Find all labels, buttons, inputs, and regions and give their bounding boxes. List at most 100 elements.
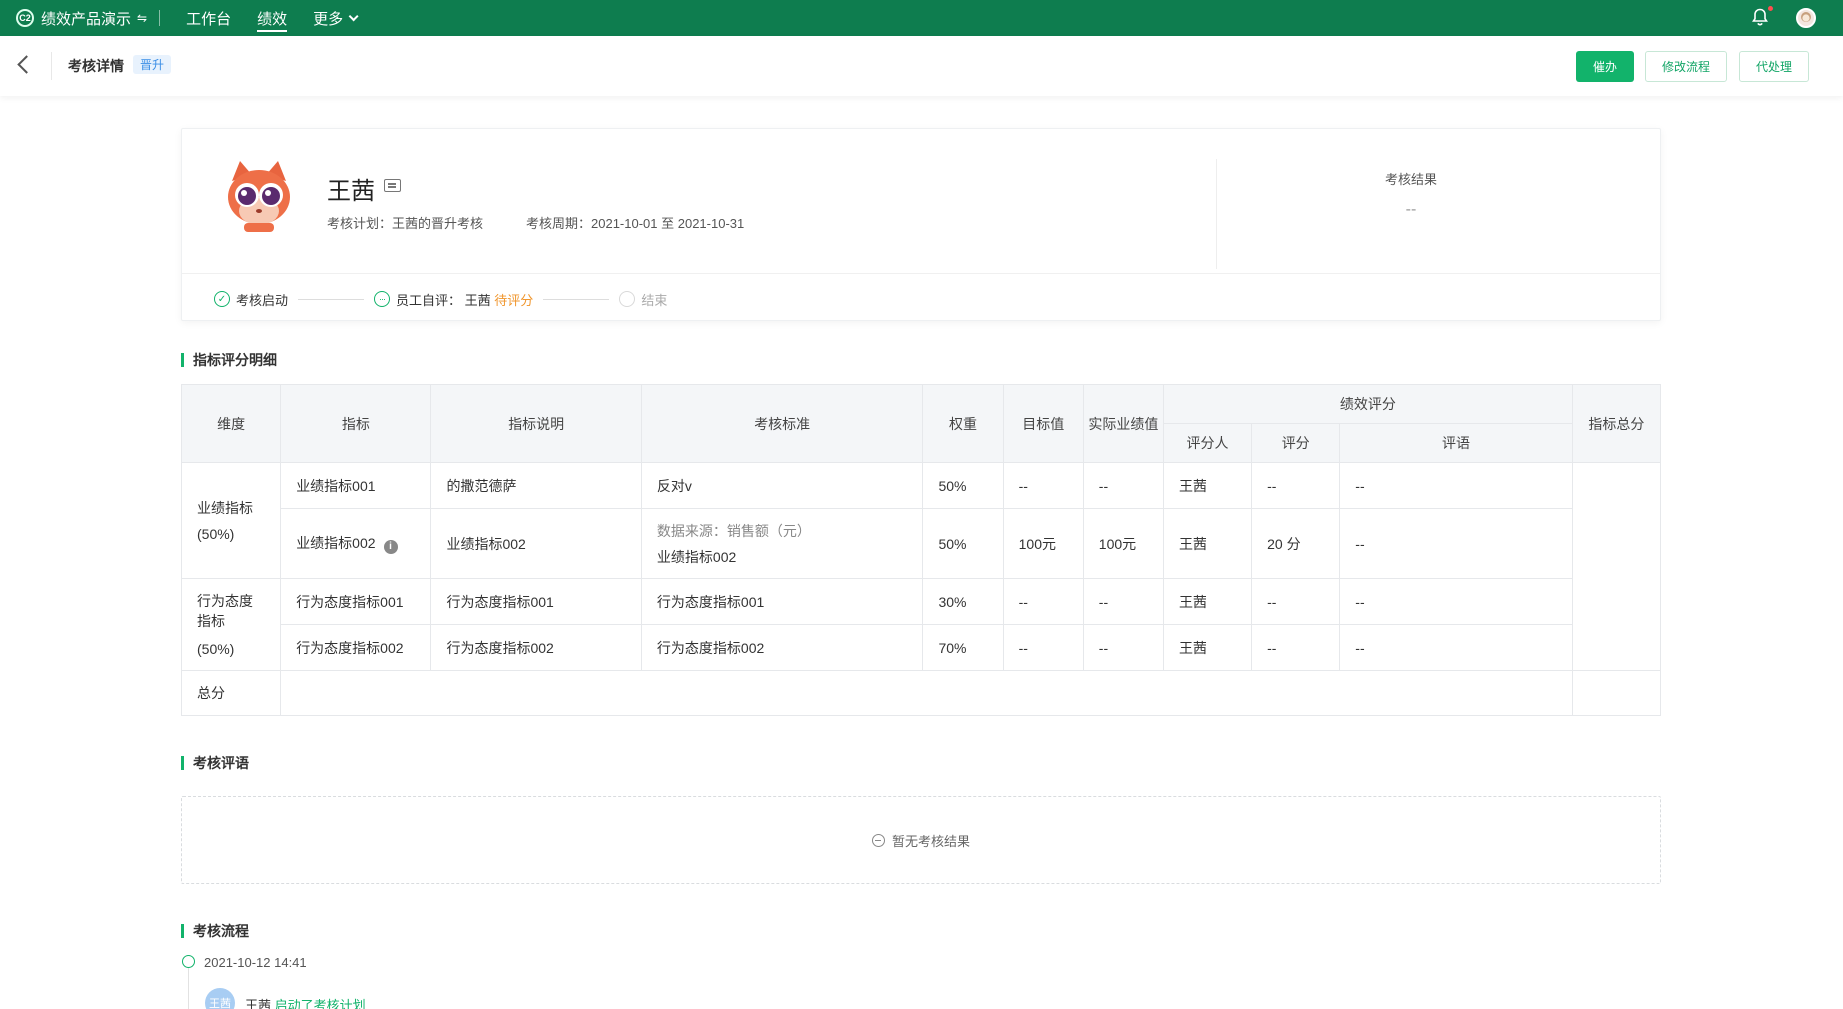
timeline-avatar: 王茜 — [205, 988, 235, 1009]
standard-cell: 行为态度指标001 — [640, 578, 924, 625]
nav-workbench[interactable]: 工作台 — [186, 0, 231, 36]
rater-cell: 王茜 — [1162, 508, 1253, 579]
remark-cell: -- — [1339, 462, 1573, 509]
dimension-cell: 业绩指标 (50%) — [180, 462, 282, 579]
target-cell: -- — [1002, 462, 1084, 509]
modify-process-button[interactable]: 修改流程 — [1645, 51, 1727, 82]
timeline-line — [188, 968, 189, 1009]
indicator-cell: 行为态度指标001 — [280, 578, 432, 625]
remark-cell: -- — [1339, 624, 1573, 671]
proxy-handle-button[interactable]: 代处理 — [1739, 51, 1809, 82]
remark-cell: -- — [1339, 578, 1573, 625]
urge-button[interactable]: 催办 — [1576, 51, 1634, 82]
switch-app-icon[interactable]: ⇋ — [137, 11, 147, 25]
actual-cell: 100元 — [1082, 508, 1164, 579]
result-value: -- — [1405, 201, 1417, 218]
description-cell: 行为态度指标001 — [430, 578, 642, 625]
chevron-down-icon — [348, 10, 359, 21]
standard-source: 数据来源：销售额（元） — [656, 522, 811, 539]
info-icon[interactable]: i — [383, 540, 398, 554]
nav-more-label: 更多 — [313, 10, 344, 28]
nav-more[interactable]: 更多 — [313, 0, 359, 36]
table-row: 业绩指标 (50%) 业绩指标001 的撒范德萨 反对v 50% -- -- 王… — [180, 462, 1662, 671]
assessment-period: 考核周期：2021-10-01 至 2021-10-31 — [526, 213, 744, 232]
app-name[interactable]: 绩效产品演示 — [41, 8, 131, 29]
standard-cell: 数据来源：销售额（元） 业绩指标002 — [640, 508, 924, 579]
period-value: 2021-10-01 至 2021-10-31 — [591, 216, 745, 231]
indicator-cell: 行为态度指标002 — [280, 624, 432, 671]
id-card-icon[interactable] — [384, 179, 401, 192]
total-row: 总分 — [180, 670, 1662, 716]
top-nav-bar: C2 绩效产品演示 ⇋ 工作台 绩效 更多 — [0, 0, 1843, 36]
dimension-cell: 行为态度指标 (50%) — [180, 578, 282, 671]
score-cell: -- — [1251, 578, 1341, 625]
indicator-cell: 业绩指标002 i — [280, 508, 432, 579]
pending-circle-icon — [619, 291, 636, 307]
col-score: 评分 — [1251, 423, 1341, 463]
step-end-label: 结束 — [641, 292, 668, 308]
plan-value: 王茜的晋升考核 — [392, 216, 484, 231]
progress-steps: ✓ 考核启动 ··· 员工自评： 王茜 待评分 结束 — [214, 289, 667, 309]
app-logo-icon: C2 — [16, 9, 34, 27]
target-cell: -- — [1002, 578, 1084, 625]
section-title-process: 考核流程 — [181, 923, 249, 939]
dimension-pct: (50%) — [197, 525, 235, 542]
card-divider — [1216, 159, 1217, 269]
nav-performance[interactable]: 绩效 — [257, 0, 288, 36]
rater-cell: 王茜 — [1162, 624, 1253, 671]
col-weight: 权重 — [922, 384, 1004, 463]
period-label: 考核周期： — [526, 216, 592, 231]
step-connector — [543, 298, 610, 300]
weight-cell: 50% — [922, 462, 1004, 509]
col-actual: 实际业绩值 — [1082, 384, 1164, 463]
col-remark: 评语 — [1339, 423, 1573, 463]
weight-cell: 70% — [922, 624, 1004, 671]
user-avatar[interactable] — [1796, 8, 1816, 28]
actual-cell: -- — [1082, 624, 1164, 671]
empty-minus-icon — [871, 833, 885, 847]
actual-cell: -- — [1082, 578, 1164, 625]
employee-profile-card: 王茜 考核计划：王茜的晋升考核 考核周期：2021-10-01 至 2021-1… — [181, 128, 1661, 321]
timeline-user: 王茜 — [245, 998, 272, 1009]
indicator-name: 业绩指标002 — [296, 535, 376, 551]
promotion-tag: 晋升 — [133, 55, 172, 74]
col-indicator: 指标 — [280, 384, 432, 463]
total-label: 总分 — [180, 670, 282, 716]
description-cell: 行为态度指标002 — [430, 624, 642, 671]
page-title: 考核详情 — [68, 58, 124, 74]
self-review-status: 待评分 — [494, 292, 534, 308]
back-arrow-icon[interactable] — [17, 55, 36, 74]
table-row: 行为态度指标002 行为态度指标002 行为态度指标002 70% -- -- … — [182, 624, 1661, 671]
indicator-cell: 业绩指标001 — [280, 462, 432, 509]
total-cell — [1571, 462, 1662, 671]
score-cell: -- — [1251, 624, 1341, 671]
section-title-comment: 考核评语 — [181, 755, 249, 771]
empty-comment-box: 暂无考核结果 — [181, 796, 1661, 884]
standard-cell: 行为态度指标002 — [640, 624, 924, 671]
standard-cell: 反对v — [640, 462, 924, 509]
timeline-action[interactable]: 启动了考核计划 — [275, 998, 366, 1009]
step-connector — [298, 298, 365, 300]
bell-icon[interactable] — [1752, 8, 1768, 26]
description-cell: 的撒范德萨 — [430, 462, 642, 509]
indicator-score-table: 维度 指标 指标说明 考核标准 权重 目标值 实际业绩值 绩效评分 指标总分 评… — [180, 384, 1662, 716]
score-cell: -- — [1251, 462, 1341, 509]
check-circle-icon: ✓ — [214, 291, 230, 307]
col-performance-score: 绩效评分 — [1162, 384, 1573, 424]
dimension-pct: (50%) — [197, 640, 235, 657]
result-label: 考核结果 — [1384, 172, 1438, 187]
assessment-plan: 考核计划：王茜的晋升考核 — [327, 213, 483, 232]
col-target: 目标值 — [1002, 384, 1084, 463]
in-progress-icon: ··· — [374, 291, 391, 307]
weight-cell: 50% — [922, 508, 1004, 579]
dimension-name: 业绩指标 — [197, 499, 253, 516]
employee-name: 王茜 — [327, 178, 375, 205]
plan-label: 考核计划： — [327, 216, 393, 231]
nav-divider — [159, 10, 161, 26]
total-blank — [280, 670, 1573, 716]
col-standard: 考核标准 — [640, 384, 924, 463]
score-cell: 20 分 — [1251, 508, 1341, 579]
col-description: 指标说明 — [430, 384, 642, 463]
step-self-review: 员工自评： 王茜 待评分 — [396, 290, 533, 309]
section-title-detail: 指标评分明细 — [181, 352, 277, 368]
